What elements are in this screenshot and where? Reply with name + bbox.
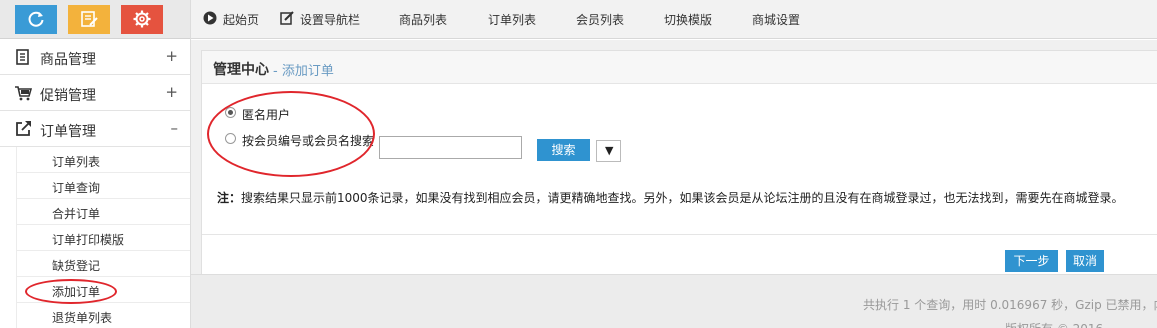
note-label: 注： (217, 191, 242, 205)
refresh-button[interactable] (15, 5, 57, 34)
sidebar-category-promotion[interactable]: 促销管理 + (0, 75, 190, 111)
sidebar-item-order-list[interactable]: 订单列表 (16, 147, 190, 173)
nav-label: 商城设置 (752, 13, 801, 27)
anonymous-radio[interactable] (225, 107, 236, 118)
expand-icon[interactable]: + (165, 47, 178, 65)
nav-goods-list[interactable]: 商品列表 (399, 11, 447, 28)
nav-member-list[interactable]: 会员列表 (576, 11, 624, 28)
left-sidebar: 商品管理 + 促销管理 + 订单管理 – 订单列表 订单查询 合并订单 订单打印… (0, 0, 191, 328)
sidebar-item-add-order[interactable]: 添加订单 (16, 277, 190, 303)
member-search-label: 按会员编号或会员名搜索 (242, 134, 375, 148)
member-select[interactable]: ▼ (596, 140, 621, 162)
collapse-icon[interactable]: – (171, 119, 179, 137)
panel-header: 管理中心 - 添加订单 (202, 51, 1157, 84)
cart-icon (15, 86, 32, 101)
search-button[interactable]: 搜索 (537, 139, 590, 161)
nav-label: 商品列表 (399, 13, 448, 27)
page-footer: 共执行 1 个查询，用时 0.016967 秒，Gzip 已禁用，内存 版权所有… (191, 274, 1157, 328)
anonymous-label: 匿名用户 (242, 108, 291, 122)
sidebar-item-return-list[interactable]: 退货单列表 (16, 303, 190, 328)
sidebar-item-label: 订单列表 (52, 155, 101, 169)
nav-label: 起始页 (223, 13, 260, 27)
sidebar-item-label: 缺货登记 (52, 259, 101, 273)
user-selection-form: 匿名用户 按会员编号或会员名搜索 搜索 ▼ 注：搜索结果只显示前1000条记录，… (202, 85, 1157, 235)
page-subtitle: - 添加订单 (273, 64, 334, 79)
gear-icon (133, 10, 151, 28)
edit-icon (81, 11, 98, 27)
sidebar-item-stock-registration[interactable]: 缺货登记 (16, 251, 190, 277)
expand-icon[interactable]: + (165, 83, 178, 101)
query-stats: 共执行 1 个查询，用时 0.016967 秒，Gzip 已禁用，内存 (863, 298, 1157, 312)
page-title: 管理中心 (213, 62, 269, 78)
nav-label: 切换模版 (664, 13, 713, 27)
sidebar-item-label: 退货单列表 (52, 311, 113, 325)
nav-settings[interactable]: 设置导航栏 (280, 11, 361, 28)
sidebar-item-order-query[interactable]: 订单查询 (16, 173, 190, 199)
nav-order-list[interactable]: 订单列表 (488, 11, 536, 28)
sidebar-item-label: 添加订单 (52, 285, 101, 299)
nav-label: 会员列表 (576, 13, 625, 27)
nav-label: 订单列表 (488, 13, 537, 27)
cancel-button[interactable]: 取消 (1066, 250, 1104, 272)
play-circle-icon (203, 11, 217, 25)
member-search-input[interactable] (379, 136, 522, 159)
document-list-icon (16, 49, 29, 65)
search-note: 注：搜索结果只显示前1000条记录，如果没有找到相应会员，请更精确地查找。另外，… (217, 189, 1124, 206)
note-text: 搜索结果只显示前1000条记录，如果没有找到相应会员，请更精确地查找。另外，如果… (241, 191, 1124, 205)
quick-toolbar (0, 0, 190, 39)
category-label: 促销管理 (40, 88, 96, 104)
refresh-icon (28, 11, 44, 27)
sidebar-item-merge-orders[interactable]: 合并订单 (16, 199, 190, 225)
sidebar-category-orders[interactable]: 订单管理 – (0, 111, 190, 147)
nav-shop-settings[interactable]: 商城设置 (752, 11, 800, 28)
sidebar-item-print-template[interactable]: 订单打印模版 (16, 225, 190, 251)
sidebar-item-label: 合并订单 (52, 207, 101, 221)
sidebar-item-label: 订单查询 (52, 181, 101, 195)
nav-home[interactable]: 起始页 (203, 11, 260, 28)
top-navigation: 起始页 设置导航栏 商品列表 订单列表 会员列表 切换模版 商城设置 (191, 0, 1157, 39)
external-link-icon (16, 121, 31, 136)
edit-icon (280, 11, 294, 25)
next-step-button[interactable]: 下一步 (1005, 250, 1058, 272)
member-search-radio[interactable] (225, 133, 236, 144)
nav-label: 设置导航栏 (300, 13, 361, 27)
main-content: 管理中心 - 添加订单 匿名用户 按会员编号或会员名搜索 搜索 ▼ 注：搜索结果… (191, 40, 1157, 328)
copyright: 版权所有 © 2016 (1005, 320, 1103, 328)
edit-button[interactable] (68, 5, 110, 34)
category-label: 商品管理 (40, 52, 96, 68)
sidebar-item-label: 订单打印模版 (52, 233, 125, 247)
category-label: 订单管理 (40, 124, 96, 140)
chevron-down-icon: ▼ (605, 144, 614, 157)
settings-button[interactable] (121, 5, 163, 34)
sidebar-category-goods[interactable]: 商品管理 + (0, 39, 190, 75)
nav-switch-template[interactable]: 切换模版 (664, 11, 712, 28)
